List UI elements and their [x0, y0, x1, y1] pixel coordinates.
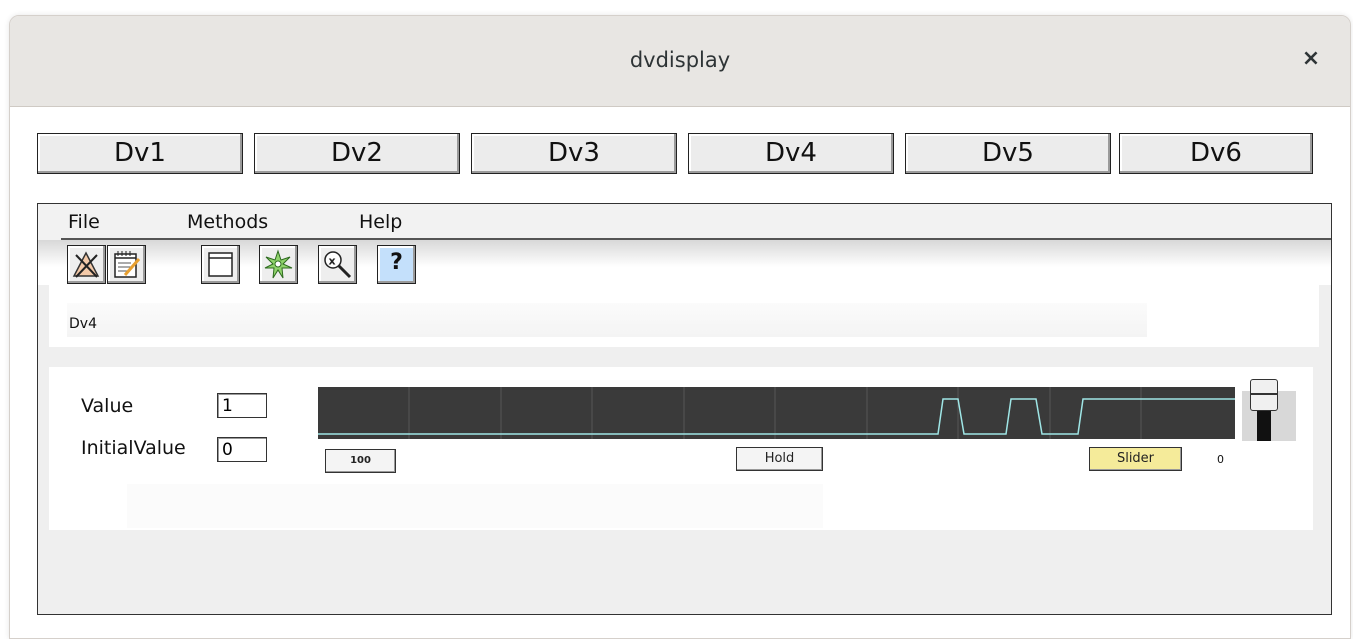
status-area — [127, 484, 823, 528]
title-bar[interactable]: dvdisplay × — [10, 16, 1350, 107]
object-name: Dv4 — [69, 316, 97, 332]
object-panel: File Methods Help x ? Dv4 Value 1 Initia… — [37, 203, 1332, 615]
menu-methods[interactable]: Methods — [187, 211, 268, 233]
help-button[interactable]: ? — [377, 245, 416, 284]
initial-value-label: InitialValue — [81, 437, 186, 459]
dv5-button[interactable]: Dv5 — [905, 133, 1111, 174]
slider-button[interactable]: Slider — [1089, 447, 1182, 471]
star-burst-icon — [264, 249, 293, 279]
initial-value-field[interactable]: 0 — [217, 437, 267, 462]
value-slider[interactable] — [1242, 369, 1296, 445]
dv2-button[interactable]: Dv2 — [254, 133, 460, 174]
dv3-button[interactable]: Dv3 — [471, 133, 677, 174]
svg-text:x: x — [329, 255, 336, 268]
app-window: dvdisplay × Dv1 Dv2 Dv3 Dv4 Dv5 Dv6 File… — [9, 15, 1351, 639]
toolbar: x ? — [38, 240, 1331, 285]
trend-background — [318, 387, 1235, 439]
close-object-button[interactable] — [67, 245, 106, 284]
window-button[interactable] — [201, 245, 240, 284]
notepad-button[interactable] — [107, 245, 146, 284]
interval-button[interactable]: 100 — [325, 449, 396, 473]
menu-file[interactable]: File — [68, 211, 100, 233]
value-label: Value — [81, 395, 134, 417]
magnifier-x-icon: x — [324, 251, 352, 279]
close-button[interactable]: × — [1296, 44, 1326, 74]
hold-button[interactable]: Hold — [736, 447, 823, 471]
value-area: Value 1 InitialValue 0 100 Hold Slider 0 — [49, 367, 1313, 530]
window-content: Dv1 Dv2 Dv3 Dv4 Dv5 Dv6 File Methods Hel… — [10, 107, 1350, 638]
slider-value: 0 — [1217, 453, 1224, 466]
trend-curve — [318, 387, 1235, 439]
menu-help[interactable]: Help — [359, 211, 402, 233]
value-field[interactable]: 1 — [217, 393, 267, 418]
crossref-button[interactable]: x — [318, 245, 357, 284]
help-icon: ? — [390, 250, 403, 275]
menu-bar: File Methods Help — [38, 204, 1331, 240]
window-title: dvdisplay — [629, 48, 731, 72]
object-info-area: Dv4 — [49, 285, 1319, 347]
window-icon — [208, 252, 233, 277]
notepad-icon — [114, 251, 141, 278]
dv6-button[interactable]: Dv6 — [1119, 133, 1313, 174]
close-object-icon — [72, 251, 100, 278]
object-name-field: Dv4 — [67, 303, 1147, 337]
dv1-button[interactable]: Dv1 — [37, 133, 243, 174]
slider-handle[interactable] — [1250, 379, 1278, 411]
starburst-button[interactable] — [259, 245, 298, 284]
dv4-button[interactable]: Dv4 — [688, 133, 894, 174]
